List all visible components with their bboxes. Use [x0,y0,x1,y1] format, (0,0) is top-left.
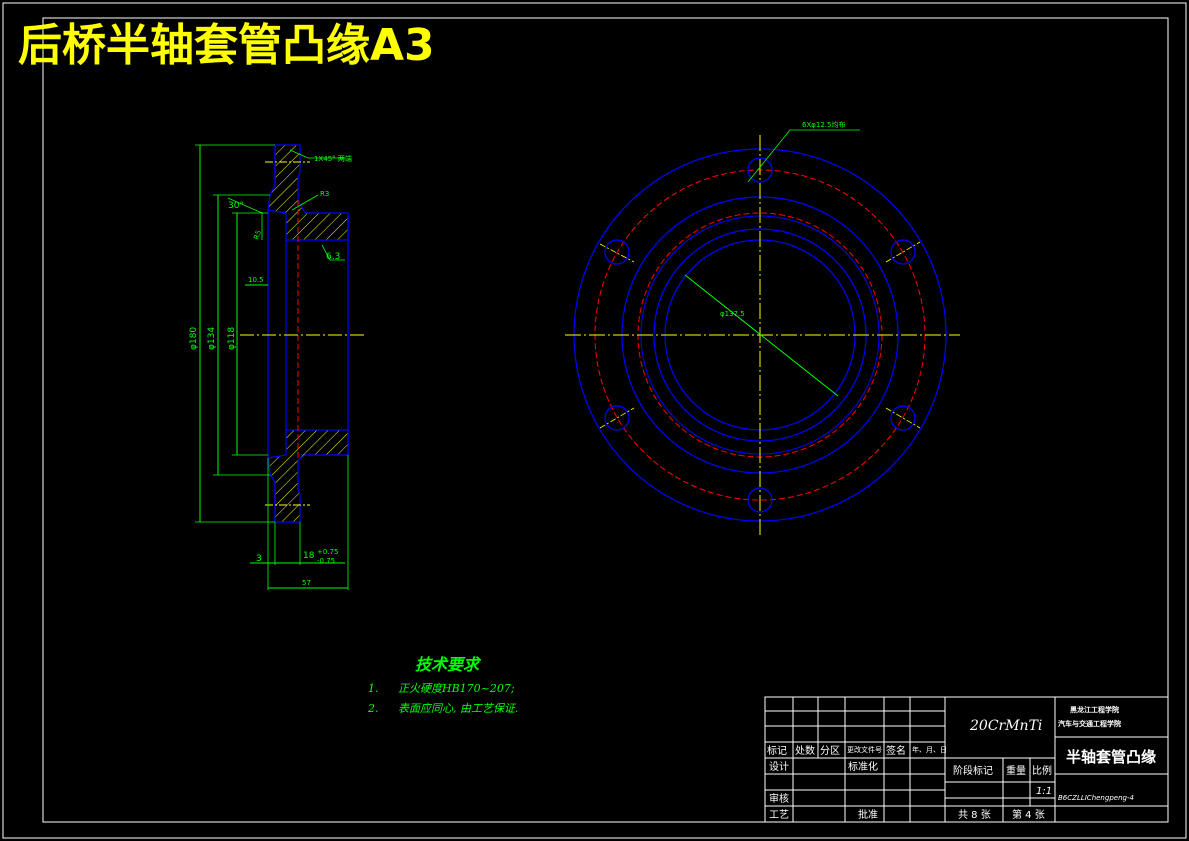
stage-mark-label: 阶段标记 [953,764,993,777]
hdr-doc-no: 更改文件号 [847,745,882,754]
approve-label: 批准 [858,808,878,821]
part-name: 半轴套管凸缘 [1066,748,1156,766]
dim-3-label: 3 [256,554,262,564]
holes-note: 6Xφ12.5均布 [802,120,845,129]
tol-upper-label: +0.75 [317,548,338,556]
inner-dia-label: φ137.5 [720,310,745,318]
section-lower [267,429,349,523]
tech-item-2-num: 2. [367,702,379,715]
hdr-date: 年、月、日 [912,745,947,754]
sheet-total: 共 8 张 [958,809,991,821]
angle-label: 30° [228,201,244,211]
hdr-count: 处数 [795,744,815,757]
dim-18-label: 18 [303,551,315,561]
standard-label: 标准化 [848,760,878,773]
review-label: 审核 [769,792,789,805]
hdr-mark: 标记 [767,745,787,757]
tol-lower-label: -0.75 [317,557,335,565]
tech-title: 技术要求 [415,655,482,674]
scale-value: 1:1 [1036,786,1052,797]
drawing-title: 后桥半轴套管凸缘A3 [18,20,435,71]
radius-r5-label: R5 [252,229,263,241]
chamfer-note: 1X45° 两端 [314,154,352,163]
scale-header: 比例 [1032,764,1052,777]
hdr-zone: 分区 [820,745,840,757]
roughness-label: 6.3 [326,252,340,262]
process-label: 工艺 [769,809,789,821]
tech-requirements: 技术要求 1. 正火硬度HB170~207; 2. 表面应同心, 由工艺保证. [367,655,519,715]
dim-57-label: 57 [302,579,311,587]
tech-item-1-text: 正火硬度HB170~207; [398,682,515,695]
drawing-number: B6CZLLIChengpeng-4 [1058,794,1134,802]
weight-label: 重量 [1006,764,1026,777]
front-view: 6Xφ12.5均布 φ137.5 [565,120,960,535]
sheet-current: 第 4 张 [1012,808,1045,821]
dia-118-label: φ118 [227,327,237,350]
dia-180-label: φ180 [189,327,199,350]
school-line-2: 汽车与交通工程学院 [1058,719,1121,728]
material-label: 20CrMnTi [969,718,1042,734]
section-view: 1X45° 两端 R3 30° R5 6.3 10.5 φ180 φ134 φ1… [189,144,365,590]
engineering-drawing: 后桥半轴套管凸缘A3 1X45° 两端 R3 30° R5 6.3 10.5 φ… [2,2,1187,839]
radius-r3-label: R3 [320,190,329,198]
dia-134-label: φ134 [207,327,217,350]
tech-item-1-num: 1. [368,682,379,695]
school-line-1: 黑龙江工程学院 [1070,705,1119,714]
design-label: 设计 [769,760,789,773]
dim-10-5-label: 10.5 [248,276,264,284]
tech-item-2-text: 表面应同心, 由工艺保证. [398,702,519,715]
hdr-sign: 签名 [886,744,906,757]
title-block-text: 20CrMnTi 黑龙江工程学院 汽车与交通工程学院 半轴套管凸缘 B6CZLL… [767,705,1156,821]
